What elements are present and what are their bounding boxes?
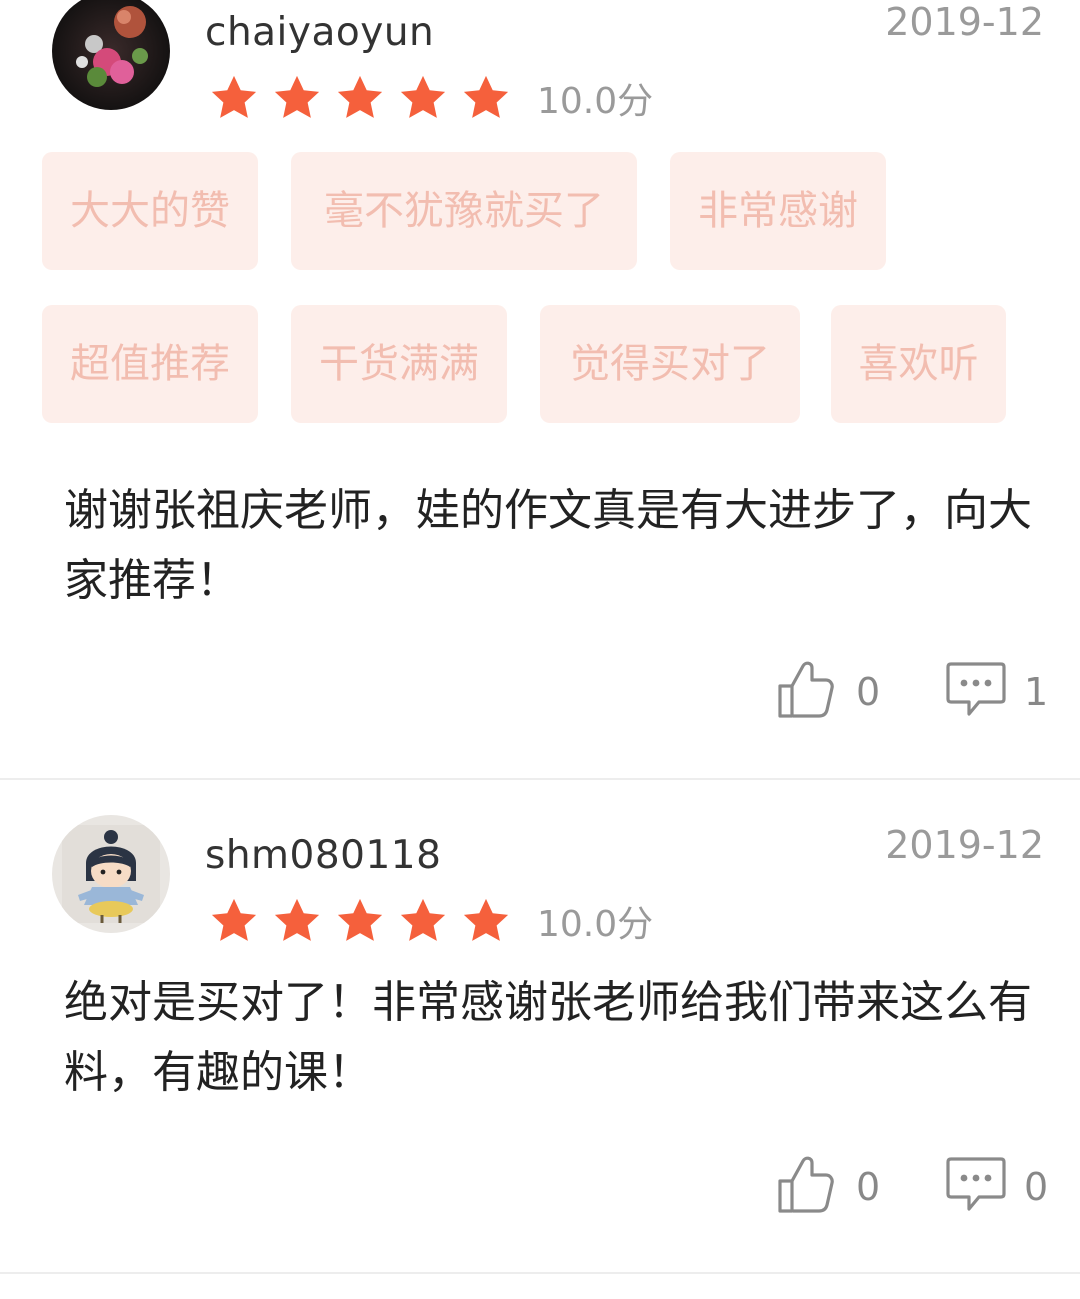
review-tag: 大大的赞 bbox=[42, 152, 258, 270]
user-avatar[interactable] bbox=[52, 815, 170, 933]
like-count: 0 bbox=[856, 670, 881, 714]
comment-count[interactable]: 0 bbox=[1024, 1165, 1048, 1209]
star-icon bbox=[463, 898, 509, 941]
reviews-page: chaiyaoyun 2019-12 10.0分 大大的赞 毫不犹豫就买了 非常… bbox=[0, 0, 1080, 1299]
star-icon bbox=[463, 75, 509, 118]
star-icon bbox=[337, 898, 383, 941]
review-divider bbox=[0, 778, 1080, 780]
star-icon bbox=[211, 898, 257, 941]
review-tag: 觉得买对了 bbox=[540, 305, 800, 423]
review-tag: 喜欢听 bbox=[831, 305, 1006, 423]
star-rating: 10.0分 bbox=[208, 895, 653, 947]
review-divider bbox=[0, 1272, 1080, 1274]
comment-bubble-icon[interactable] bbox=[945, 1153, 1007, 1215]
review-tag: 干货满满 bbox=[291, 305, 507, 423]
score-label: 10.0分 bbox=[537, 81, 654, 122]
comment-count[interactable]: 1 bbox=[1024, 670, 1048, 714]
star-icon bbox=[274, 75, 320, 118]
review-content: 绝对是买对了！非常感谢张老师给我们带来这么有料，有趣的课！ bbox=[64, 977, 1032, 1098]
username[interactable]: chaiyaoyun bbox=[205, 10, 434, 55]
star-icon bbox=[211, 75, 257, 118]
like-count: 0 bbox=[856, 1165, 881, 1209]
star-icon bbox=[400, 898, 446, 941]
comment-bubble-icon[interactable] bbox=[945, 658, 1007, 720]
review-tag: 超值推荐 bbox=[42, 305, 258, 423]
review-tag: 非常感谢 bbox=[670, 152, 886, 270]
star-rating: 10.0分 bbox=[208, 72, 653, 124]
thumbs-up-icon[interactable] bbox=[776, 1153, 834, 1215]
review-content: 谢谢张祖庆老师，娃的作文真是有大进步了，向大家推荐！ bbox=[64, 485, 1032, 606]
username[interactable]: shm080118 bbox=[205, 833, 441, 878]
review-tag: 毫不犹豫就买了 bbox=[291, 152, 637, 270]
thumbs-up-icon[interactable] bbox=[776, 658, 834, 720]
star-icon bbox=[337, 75, 383, 118]
star-icon bbox=[274, 898, 320, 941]
review-date: 2019-12 bbox=[885, 823, 1044, 867]
star-icon bbox=[400, 75, 446, 118]
score-label: 10.0分 bbox=[537, 904, 654, 945]
review-date: 2019-12 bbox=[885, 0, 1044, 44]
